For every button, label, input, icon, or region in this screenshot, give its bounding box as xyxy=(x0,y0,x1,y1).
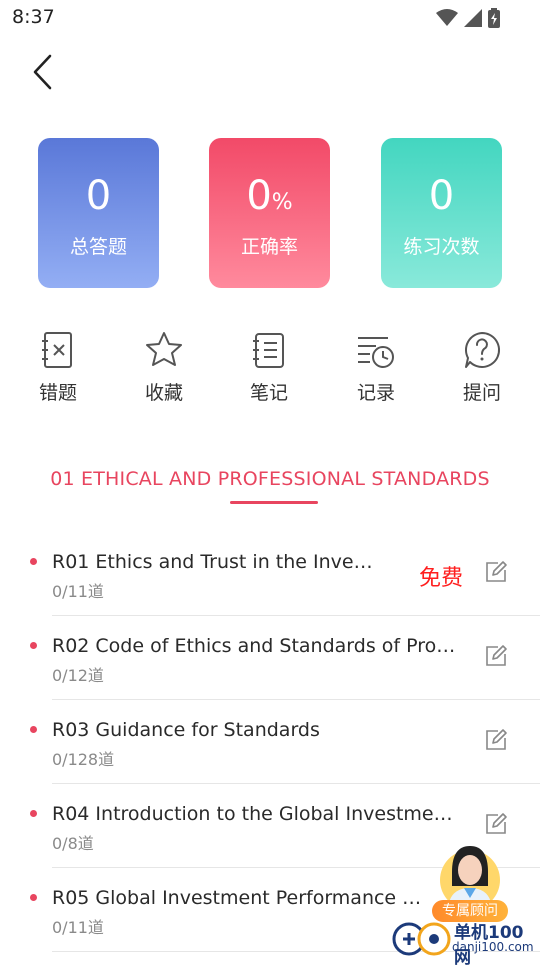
signal-icon xyxy=(464,9,482,27)
wrong-notebook-icon xyxy=(42,332,72,368)
question-icon xyxy=(465,331,501,368)
stat-label: 练习次数 xyxy=(403,236,480,258)
lesson-count: 0/128道 xyxy=(52,750,115,769)
tool-label: 错题 xyxy=(38,382,77,404)
lesson-count: 0/11道 xyxy=(52,918,104,937)
tools-row: 错题 收藏 笔记 记录 提问 xyxy=(0,330,540,410)
stat-value: 0 xyxy=(428,173,455,219)
history-icon xyxy=(358,337,394,368)
watermark: 单机100网 danji100.com xyxy=(392,918,540,968)
stat-label: 总答题 xyxy=(69,236,127,258)
edit-icon[interactable] xyxy=(484,560,508,584)
lesson-count: 0/12道 xyxy=(52,666,104,685)
tool-ask-question[interactable]: 提问 xyxy=(442,330,522,405)
edit-icon[interactable] xyxy=(484,812,508,836)
free-badge: 免费 xyxy=(419,566,464,591)
stat-label: 正确率 xyxy=(240,236,298,258)
tool-label: 记录 xyxy=(356,382,395,404)
stat-value: 0 xyxy=(85,173,112,219)
bullet-dot xyxy=(30,894,37,901)
stats-row: 0 总答题 0% 正确率 0 练习次数 xyxy=(0,138,540,288)
lesson-count: 0/8道 xyxy=(52,834,94,853)
tool-label: 笔记 xyxy=(249,382,288,404)
stat-card-practice-count[interactable]: 0 练习次数 xyxy=(381,138,502,288)
tool-label: 收藏 xyxy=(144,382,183,404)
bullet-dot xyxy=(30,810,37,817)
lesson-count: 0/11道 xyxy=(52,582,104,601)
status-time: 8:37 xyxy=(12,6,55,28)
stat-value: 0% xyxy=(246,173,293,219)
lesson-title: R03 Guidance for Standards xyxy=(52,719,320,741)
list-item[interactable]: R02 Code of Ethics and Standards of Prof… xyxy=(30,616,540,700)
section-tab[interactable]: 01 ETHICAL AND PROFESSIONAL STANDARDS xyxy=(0,468,540,504)
status-bar: 8:37 xyxy=(0,0,540,36)
battery-icon xyxy=(488,8,500,28)
list-item[interactable]: R03 Guidance for Standards 0/128道 xyxy=(30,700,540,784)
section-title: 01 ETHICAL AND PROFESSIONAL STANDARDS xyxy=(50,468,490,490)
tool-wrong-questions[interactable]: 错题 xyxy=(18,330,98,405)
bullet-dot xyxy=(30,558,37,565)
tool-label: 提问 xyxy=(462,382,501,404)
edit-icon[interactable] xyxy=(484,644,508,668)
bullet-dot xyxy=(30,726,37,733)
lesson-title: R05 Global Investment Performance Stan xyxy=(52,887,432,909)
watermark-logo-icon xyxy=(392,922,451,956)
status-icons xyxy=(436,8,500,28)
edit-icon[interactable] xyxy=(484,728,508,752)
lesson-title: R01 Ethics and Trust in the Invest… xyxy=(52,551,382,573)
lesson-title: R04 Introduction to the Global Investmen… xyxy=(52,803,457,825)
star-icon xyxy=(146,332,182,366)
stat-card-accuracy[interactable]: 0% 正确率 xyxy=(209,138,330,288)
tool-history[interactable]: 记录 xyxy=(336,330,416,405)
advisor-avatar-icon xyxy=(440,846,500,910)
list-item[interactable]: R01 Ethics and Trust in the Invest… 0/11… xyxy=(30,532,540,616)
notes-icon xyxy=(253,333,284,368)
stat-card-total-answers[interactable]: 0 总答题 xyxy=(38,138,159,288)
tool-notes[interactable]: 笔记 xyxy=(229,330,309,405)
chevron-left-icon xyxy=(33,54,52,90)
section-underline xyxy=(230,501,318,504)
tool-favorites[interactable]: 收藏 xyxy=(124,330,204,405)
wifi-icon xyxy=(436,9,458,26)
lesson-title: R02 Code of Ethics and Standards of Prof… xyxy=(52,635,457,657)
back-button[interactable] xyxy=(24,50,64,94)
watermark-url: danji100.com xyxy=(452,940,534,954)
bullet-dot xyxy=(30,642,37,649)
